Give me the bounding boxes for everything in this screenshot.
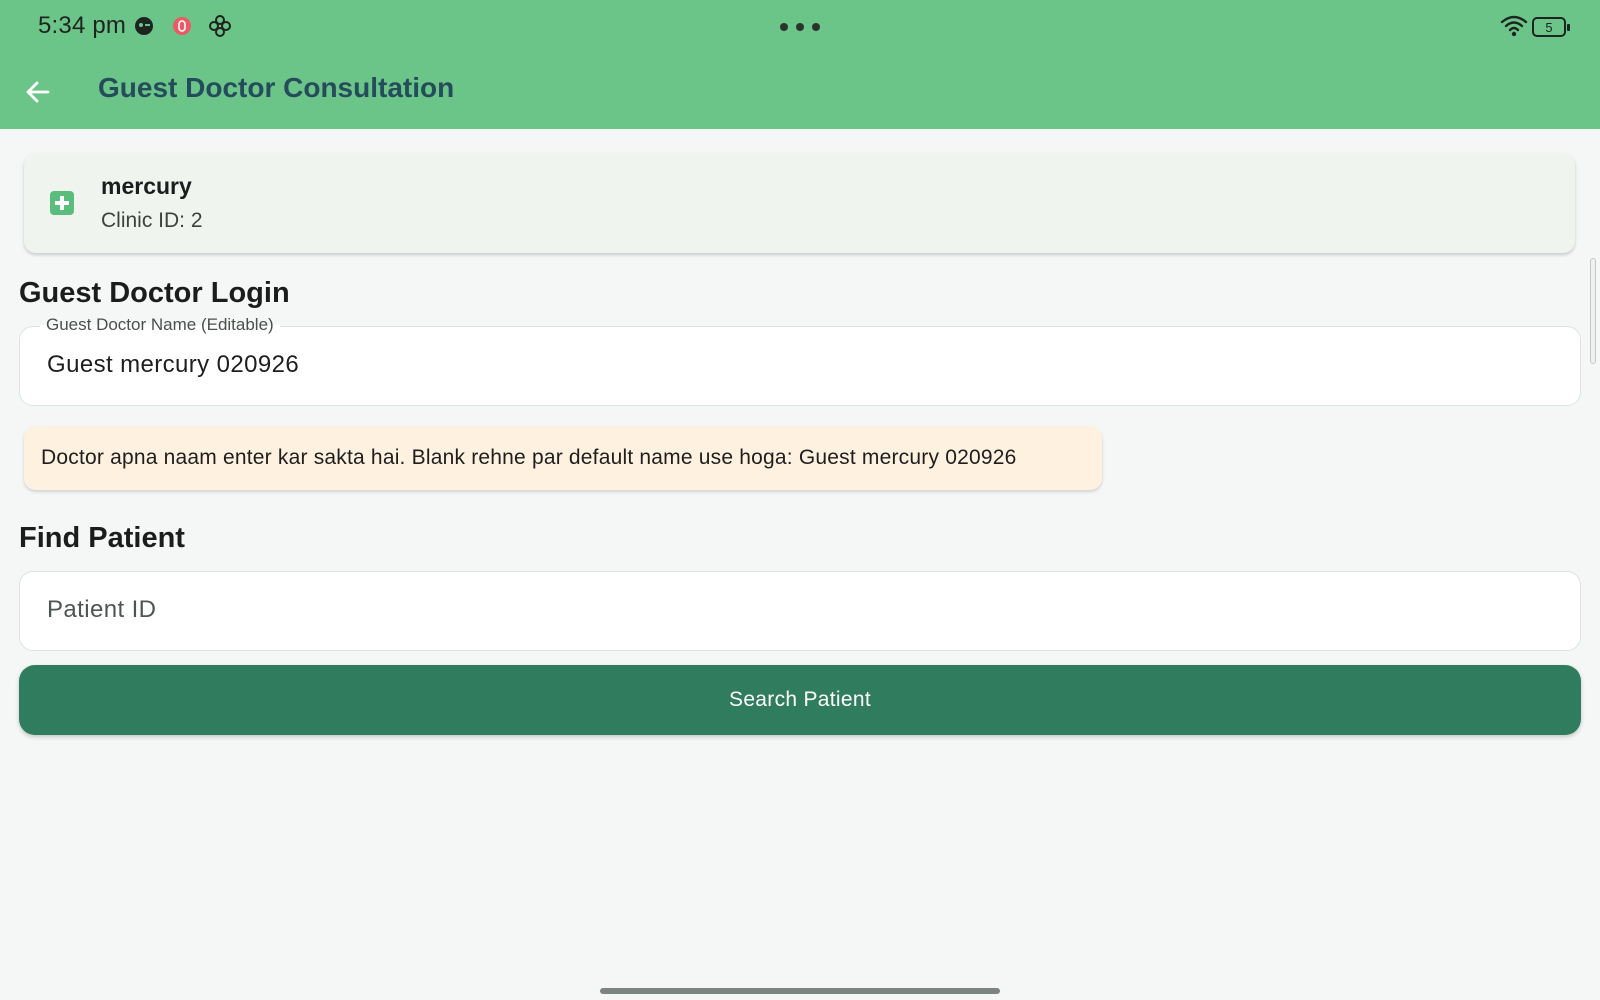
guest-login-heading: Guest Doctor Login xyxy=(19,277,290,309)
status-icons xyxy=(132,14,232,38)
clinic-card: mercury Clinic ID: 2 xyxy=(24,153,1575,253)
find-patient-heading: Find Patient xyxy=(19,522,185,554)
patient-id-field[interactable] xyxy=(19,571,1581,651)
game-controller-icon xyxy=(132,14,156,38)
scrollbar[interactable] xyxy=(1590,258,1596,364)
app-header: 5:34 pm 5 Guest Doctor Consultation xyxy=(0,0,1600,129)
clinic-id: Clinic ID: 2 xyxy=(101,209,203,232)
guest-doctor-name-field[interactable]: Guest Doctor Name (Editable) Guest mercu… xyxy=(19,315,1581,406)
app-screen: 5:34 pm 5 Guest Doctor Consultation merc… xyxy=(0,0,1600,1000)
guest-doctor-name-label: Guest Doctor Name (Editable) xyxy=(40,315,280,335)
wifi-icon xyxy=(1500,14,1528,43)
dot xyxy=(796,23,804,31)
battery-icon: 5 xyxy=(1532,17,1570,37)
dot xyxy=(780,23,788,31)
more-dots-icon[interactable] xyxy=(780,23,820,31)
search-patient-button[interactable]: Search Patient xyxy=(19,665,1581,735)
page-title: Guest Doctor Consultation xyxy=(98,72,455,103)
dot xyxy=(812,23,820,31)
guest-doctor-name-value[interactable]: Guest mercury 020926 xyxy=(47,351,299,379)
status-time: 5:34 pm xyxy=(38,12,127,39)
clinic-name: mercury xyxy=(101,173,192,199)
patient-id-input[interactable] xyxy=(47,596,1547,624)
back-button[interactable] xyxy=(22,76,54,108)
arrow-left-icon xyxy=(26,81,50,103)
pinwheel-icon xyxy=(208,14,232,38)
home-indicator[interactable] xyxy=(600,988,1000,994)
info-message: Doctor apna naam enter kar sakta hai. Bl… xyxy=(24,426,1102,490)
notification-badge-icon xyxy=(170,14,194,38)
medical-plus-icon xyxy=(50,191,74,215)
